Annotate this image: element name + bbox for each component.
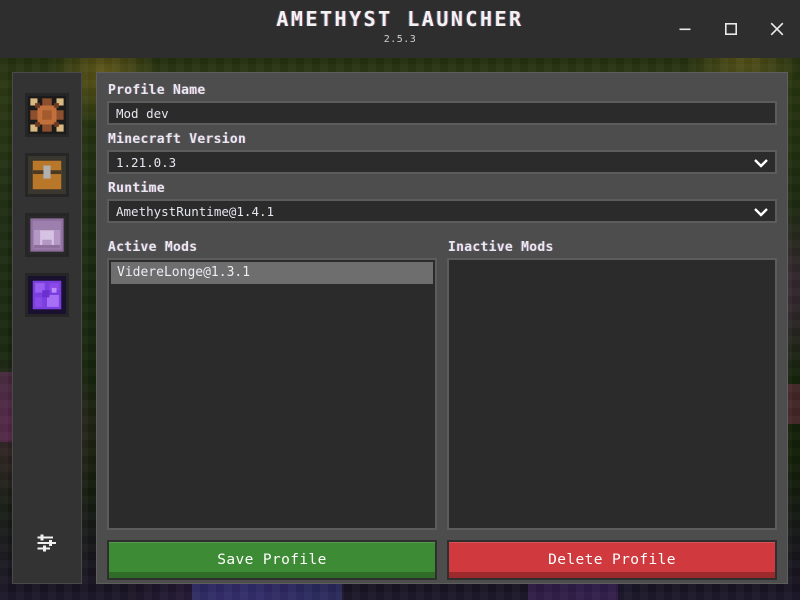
save-profile-button[interactable]: Save Profile — [107, 540, 437, 580]
purple-anvil-icon — [28, 216, 66, 254]
inactive-mods-list[interactable] — [447, 258, 777, 530]
active-mods-label: Active Mods — [108, 240, 198, 255]
mod-list-item[interactable]: VidereLonge@1.3.1 — [111, 262, 433, 284]
sidebar-item-runtimes[interactable] — [25, 213, 69, 257]
mods-row: Active Mods VidereLonge@1.3.1 Inactive M… — [107, 240, 777, 530]
minimize-button[interactable] — [662, 0, 708, 58]
minimize-icon — [677, 21, 693, 37]
inactive-mods-column: Inactive Mods — [447, 240, 777, 530]
active-mods-column: Active Mods VidereLonge@1.3.1 — [107, 240, 437, 530]
launcher-window: AMETHYST LAUNCHER 2.5.3 Profile Name Mod… — [0, 0, 800, 600]
maximize-button[interactable] — [708, 0, 754, 58]
active-mods-list[interactable]: VidereLonge@1.3.1 — [107, 258, 437, 530]
close-button[interactable] — [754, 0, 800, 58]
save-profile-label: Save Profile — [217, 552, 327, 568]
profile-panel: Profile Name Minecraft Version 1.21.0.3 … — [96, 72, 788, 584]
window-controls — [662, 0, 800, 58]
runtime-select[interactable]: AmethystRuntime@1.4.1 — [107, 199, 777, 223]
profile-name-label: Profile Name — [108, 83, 206, 98]
delete-profile-label: Delete Profile — [548, 552, 676, 568]
close-icon — [768, 20, 786, 38]
amethyst-block-icon — [28, 276, 66, 314]
content-area: Profile Name Minecraft Version 1.21.0.3 … — [0, 58, 800, 600]
profile-name-input[interactable] — [107, 101, 777, 125]
runtime-label: Runtime — [108, 181, 165, 196]
settings-sliders-icon — [35, 531, 59, 559]
sidebar — [12, 72, 82, 584]
sidebar-item-mods[interactable] — [25, 153, 69, 197]
minecraft-version-select[interactable]: 1.21.0.3 — [107, 150, 777, 174]
minecraft-version-select-wrap: 1.21.0.3 — [107, 150, 777, 174]
runtime-select-wrap: AmethystRuntime@1.4.1 — [107, 199, 777, 223]
sidebar-item-amethyst[interactable] — [25, 273, 69, 317]
minecraft-version-label: Minecraft Version — [108, 132, 247, 147]
maximize-icon — [723, 21, 739, 37]
sidebar-item-instances[interactable] — [25, 93, 69, 137]
decorated-pot-icon — [28, 96, 66, 134]
delete-profile-button[interactable]: Delete Profile — [447, 540, 777, 580]
chest-icon — [28, 156, 66, 194]
runtime-value: AmethystRuntime@1.4.1 — [116, 203, 275, 219]
sidebar-item-settings[interactable] — [27, 525, 67, 565]
minecraft-version-value: 1.21.0.3 — [116, 154, 177, 170]
action-buttons: Save Profile Delete Profile — [107, 540, 777, 580]
inactive-mods-label: Inactive Mods — [448, 240, 554, 255]
title-bar[interactable]: AMETHYST LAUNCHER 2.5.3 — [0, 0, 800, 58]
